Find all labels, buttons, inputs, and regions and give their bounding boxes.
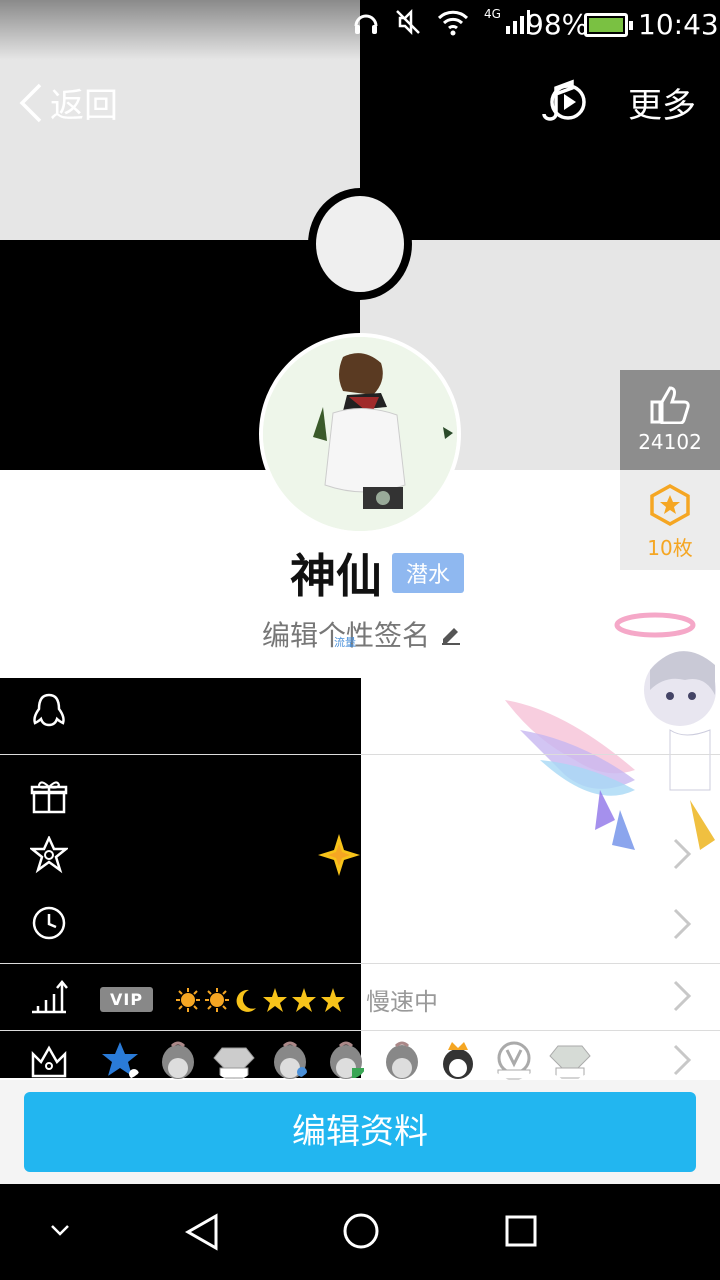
pencil-icon xyxy=(442,628,461,645)
penguin-badge-icon xyxy=(162,1041,194,1079)
edit-profile-button[interactable]: 编辑资料 xyxy=(24,1092,696,1172)
badges-row[interactable] xyxy=(100,1040,592,1080)
status-bar: 4G 98% 10:43 xyxy=(0,0,720,50)
headphones-icon xyxy=(354,14,378,34)
chevron-right-icon[interactable] xyxy=(672,908,692,940)
profile-name: 神仙 xyxy=(290,549,382,603)
status-badge: 潜水 xyxy=(392,553,465,593)
name-row: 神仙 潜水 xyxy=(290,540,465,606)
signature-edit[interactable]: 编辑个性签名 xyxy=(262,614,462,654)
crown-penguin-badge-icon xyxy=(443,1042,473,1079)
chevron-right-icon[interactable] xyxy=(672,980,692,1012)
like-panel[interactable]: 24102 xyxy=(620,370,720,470)
home-circle-icon[interactable] xyxy=(342,1212,380,1250)
penguin-badge-icon xyxy=(330,1041,364,1079)
penguin-icon xyxy=(33,693,65,727)
gift-icon[interactable] xyxy=(30,778,68,816)
divider xyxy=(0,754,720,755)
chevron-right-icon[interactable] xyxy=(672,838,692,870)
mute-icon xyxy=(396,8,420,36)
diamond-badge-icon xyxy=(213,1047,255,1079)
chevron-left-icon xyxy=(19,83,42,122)
blue-star-badge-icon xyxy=(102,1042,139,1079)
star-icon xyxy=(292,987,317,1012)
back-button[interactable]: 返回 xyxy=(18,78,118,127)
sun-icon xyxy=(205,987,230,1012)
avatar[interactable] xyxy=(259,333,461,535)
thumbs-up-icon xyxy=(650,386,690,425)
star-icon xyxy=(321,987,346,1012)
medal-panel[interactable]: 10枚 xyxy=(620,470,720,570)
clock-icon[interactable] xyxy=(30,904,68,942)
sun-icon xyxy=(176,987,201,1012)
small-tag: 流量 xyxy=(334,636,356,649)
chevron-right-icon[interactable] xyxy=(672,1044,692,1076)
star-icon xyxy=(263,987,288,1012)
chevron-down-icon[interactable] xyxy=(48,1222,72,1238)
back-triangle-icon[interactable] xyxy=(182,1212,222,1252)
medal-count: 10枚 xyxy=(647,536,693,560)
back-label: 返回 xyxy=(50,86,118,126)
level-icons xyxy=(175,987,346,1013)
diamond-badge-icon xyxy=(549,1045,591,1079)
divider xyxy=(0,1030,720,1031)
penguin-badge-icon xyxy=(274,1041,307,1079)
crown-icon xyxy=(31,1045,67,1078)
cover-block-lower xyxy=(0,678,361,1078)
divider xyxy=(0,963,720,964)
sparkle-icon xyxy=(318,834,360,876)
vip-level-row[interactable]: VIP 慢速中 xyxy=(100,982,438,1017)
avatar-image xyxy=(263,337,457,531)
penguin-badge-icon xyxy=(386,1041,418,1079)
vip-tag: VIP xyxy=(100,987,154,1012)
medal-icon xyxy=(650,483,690,527)
speed-status: 慢速中 xyxy=(366,988,439,1016)
clock: 10:43 xyxy=(638,8,719,41)
moon-icon xyxy=(236,989,257,1012)
more-button[interactable]: 更多 xyxy=(628,78,696,127)
star-badge-icon[interactable] xyxy=(30,836,68,874)
like-count: 24102 xyxy=(638,430,702,454)
music-play-icon[interactable] xyxy=(538,78,588,124)
battery-percent: 98% xyxy=(526,8,589,41)
vip-badge-icon xyxy=(497,1041,531,1080)
recents-square-icon[interactable] xyxy=(504,1214,538,1248)
wifi-icon xyxy=(437,10,469,36)
system-nav-bar xyxy=(0,1184,720,1280)
battery-icon xyxy=(584,13,633,37)
network-type: 4G xyxy=(484,7,501,21)
cover-circle xyxy=(308,188,412,300)
level-chart-icon xyxy=(32,980,68,1014)
